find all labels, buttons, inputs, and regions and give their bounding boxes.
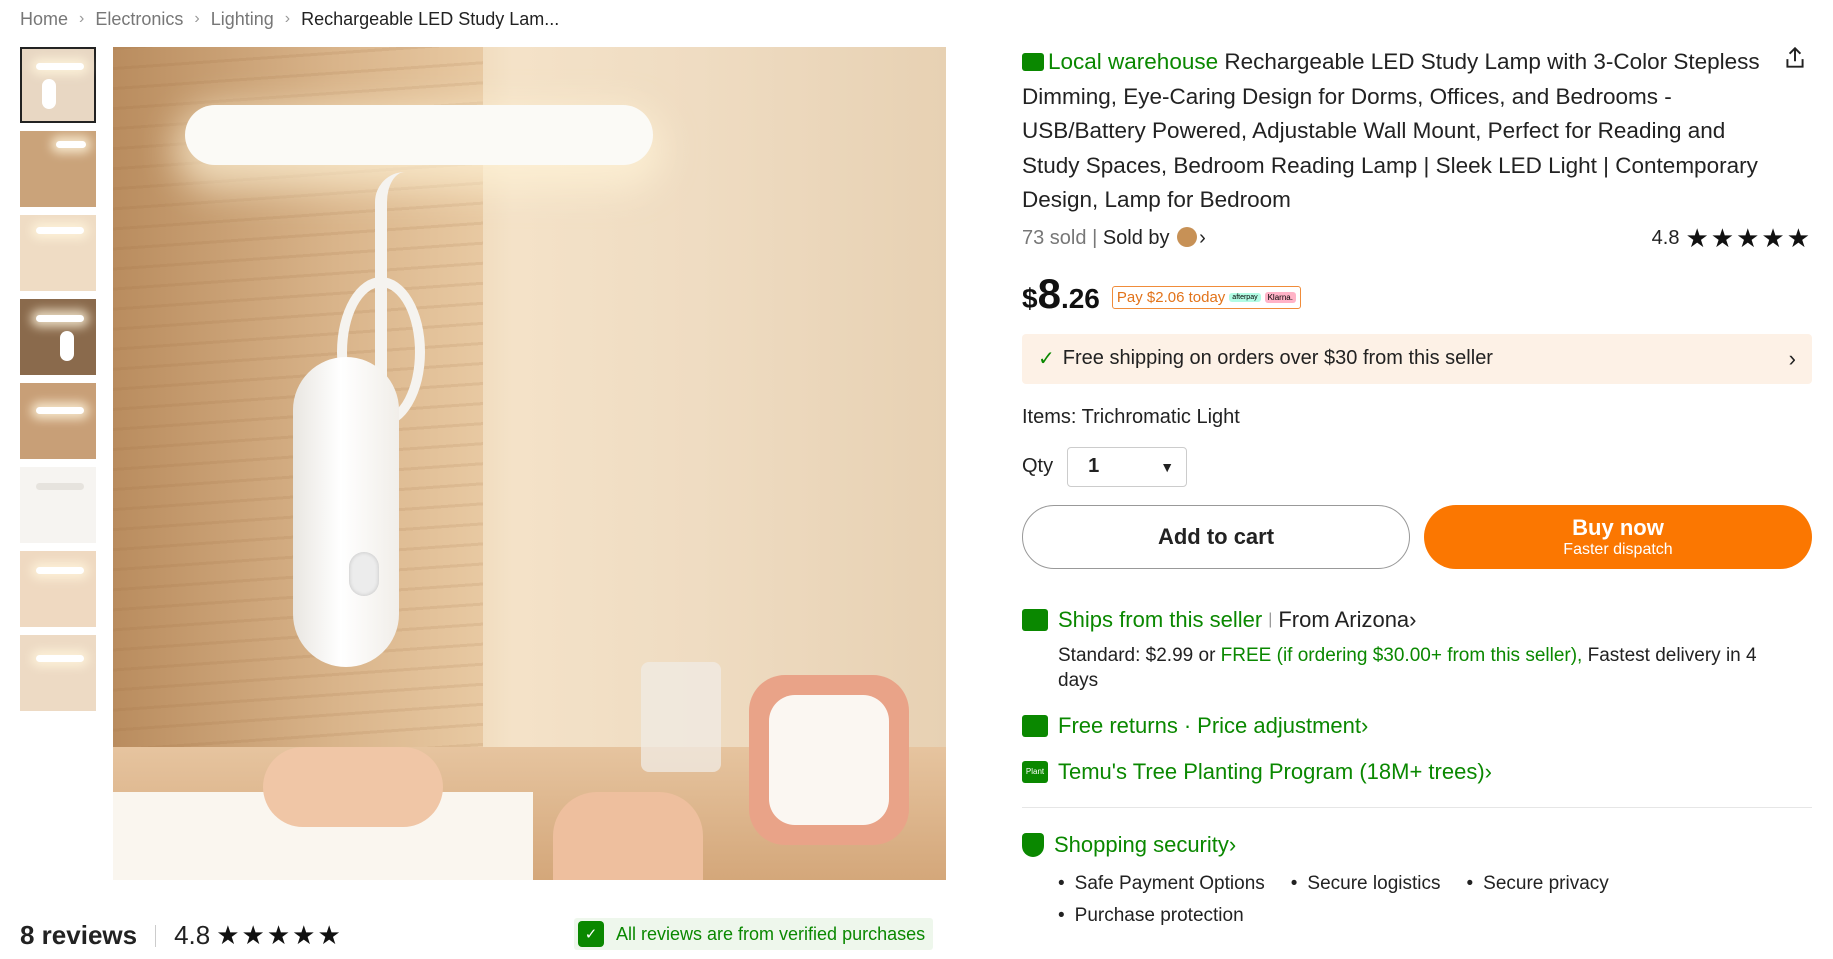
thumbnail-7[interactable] (20, 551, 96, 627)
price-adjustment-label: Price adjustment (1197, 712, 1362, 738)
quantity-row: Qty 1 ▼ (1022, 446, 1812, 487)
ships-from-location: From Arizona (1278, 606, 1410, 632)
product-rating[interactable]: 4.8 ★★★★★ (1652, 223, 1812, 254)
verified-label: All reviews are from verified purchases (616, 923, 926, 944)
thumbnail-6[interactable] (20, 467, 96, 543)
lamp-base (293, 357, 399, 667)
security-item: Safe Payment Options (1058, 868, 1265, 900)
thumbnail-8[interactable] (20, 635, 96, 711)
share-icon[interactable] (1782, 45, 1808, 71)
returns-icon (1022, 714, 1048, 737)
qty-label: Qty (1022, 455, 1054, 477)
buy-now-label: Buy now (1572, 514, 1664, 540)
breadcrumb-current: Rechargeable LED Study Lam... (301, 8, 560, 29)
local-warehouse-badge: Local warehouse (1048, 49, 1219, 74)
divider (1022, 806, 1812, 808)
chevron-right-icon[interactable]: › (1199, 227, 1206, 249)
shield-icon: ✓ (578, 921, 604, 947)
chevron-right-icon: › (284, 10, 291, 27)
shopping-security-label: Shopping security (1054, 831, 1229, 857)
product-info: Local warehouse Rechargeable LED Study L… (1022, 45, 1812, 932)
chevron-right-icon: › (1484, 758, 1492, 784)
thumbnail-3[interactable] (20, 215, 96, 291)
qty-value: 1 (1088, 455, 1100, 477)
thumbnail-strip (20, 47, 96, 719)
review-score: 4.8 (174, 920, 211, 950)
ships-from-row[interactable]: Ships from this seller | From Arizona › (1022, 607, 1812, 633)
security-item: Purchase protection (1058, 900, 1244, 932)
quantity-select[interactable]: 1 ▼ (1067, 446, 1188, 487)
thumbnail-4[interactable] (20, 299, 96, 375)
standard-shipping-detail: Standard: $2.99 or FREE (if ordering $30… (1058, 644, 1757, 691)
thumbnail-5[interactable] (20, 383, 96, 459)
shipping-section: Ships from this seller | From Arizona › … (1022, 607, 1812, 932)
klarna-logo: Klarna. (1264, 291, 1296, 303)
sold-count: 73 sold (1022, 227, 1087, 249)
thumbnail-2[interactable] (20, 131, 96, 207)
action-buttons: Add to cart Buy now Faster dispatch (1022, 504, 1812, 569)
add-to-cart-button[interactable]: Add to cart (1022, 504, 1410, 569)
product-title: Local warehouse Rechargeable LED Study L… (1022, 45, 1762, 218)
chevron-right-icon: › (1361, 712, 1369, 738)
seller-avatar[interactable] (1177, 227, 1198, 247)
thumbnail-1[interactable] (20, 47, 96, 123)
reviews-summary: 8 reviews 4.8 ★★★★★ (20, 920, 343, 951)
lamp-light-bar (185, 105, 653, 165)
truck-icon (1022, 608, 1048, 631)
review-count[interactable]: 8 reviews (20, 920, 137, 951)
chevron-down-icon: ▼ (1160, 458, 1175, 475)
chevron-right-icon: › (1228, 831, 1237, 857)
free-shipping-banner[interactable]: ✓ Free shipping on orders over $30 from … (1022, 333, 1812, 384)
security-list: Safe Payment Options Secure logistics Se… (1058, 868, 1658, 932)
price-row: $8.26 Pay $2.06 today afterpay Klarna. (1022, 269, 1812, 317)
tree-program-label: Temu's Tree Planting Program (18M+ trees… (1058, 758, 1485, 784)
star-rating-icon: ★★★★★ (1685, 223, 1812, 253)
faster-dispatch-label: Faster dispatch (1563, 540, 1673, 558)
pay-today-label: Pay $2.06 today (1116, 288, 1226, 306)
checkmark-icon: ✓ (1038, 348, 1055, 370)
shield-check-icon (1022, 832, 1044, 857)
chevron-right-icon: › (194, 10, 200, 27)
afterpay-logo: afterpay (1229, 292, 1261, 302)
security-item: Secure privacy (1466, 868, 1609, 900)
product-meta: 73 sold | Sold by › 4.8 ★★★★★ (1022, 223, 1812, 254)
free-returns-label: Free returns (1058, 712, 1178, 738)
sold-by-label: Sold by (1102, 227, 1170, 249)
returns-row[interactable]: Free returns · Price adjustment › (1022, 713, 1812, 739)
breadcrumb-home[interactable]: Home (20, 9, 68, 30)
warehouse-truck-icon (1022, 53, 1044, 71)
items-option: Items: Trichromatic Light (1022, 405, 1240, 428)
chevron-right-icon: › (79, 10, 85, 27)
pay-later-badge[interactable]: Pay $2.06 today afterpay Klarna. (1111, 285, 1301, 309)
breadcrumb-electronics[interactable]: Electronics (95, 9, 183, 30)
main-product-image[interactable] (113, 47, 946, 880)
breadcrumb: Home › Electronics › Lighting › Recharge… (20, 8, 559, 30)
ships-from-label: Ships from this seller (1058, 606, 1263, 632)
buy-now-button[interactable]: Buy now Faster dispatch (1424, 504, 1812, 569)
tree-program-row[interactable]: Plant Temu's Tree Planting Program (18M+… (1022, 759, 1812, 785)
plant-icon: Plant (1022, 760, 1048, 783)
divider (155, 924, 157, 947)
verified-reviews-badge: ✓ All reviews are from verified purchase… (574, 918, 934, 950)
breadcrumb-lighting[interactable]: Lighting (211, 9, 274, 30)
rating-value: 4.8 (1651, 227, 1680, 249)
shopping-security-row[interactable]: Shopping security › (1022, 832, 1812, 858)
security-item: Secure logistics (1291, 868, 1440, 900)
chevron-right-icon: › (1409, 606, 1417, 632)
price: $8.26 (1022, 269, 1100, 317)
star-rating-icon: ★★★★★ (216, 920, 343, 950)
chevron-right-icon: › (1788, 345, 1796, 371)
free-shipping-text: Free shipping on orders over $30 from th… (1062, 347, 1493, 369)
